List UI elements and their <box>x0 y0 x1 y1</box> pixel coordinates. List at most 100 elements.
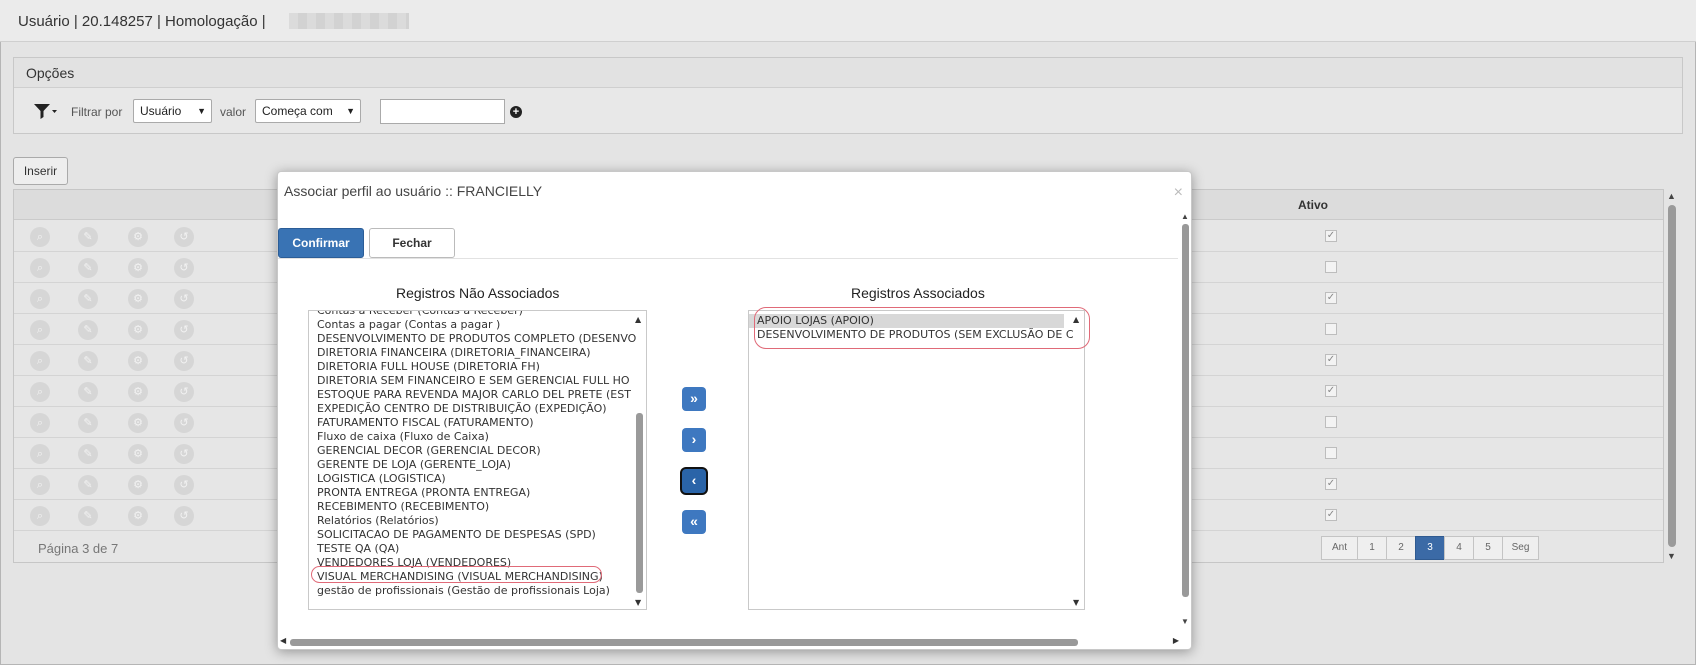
history-icon[interactable]: ↺ <box>174 506 194 526</box>
list-scrollbar[interactable]: ▲ ▼ <box>635 313 644 607</box>
gear-icon[interactable]: ⚙ <box>128 351 148 371</box>
gear-icon[interactable]: ⚙ <box>128 258 148 278</box>
page-button-1[interactable]: 1 <box>1357 536 1387 560</box>
search-icon[interactable]: ⌕ <box>30 289 50 309</box>
scroll-left-icon[interactable]: ◀ <box>280 636 286 645</box>
scroll-down-icon[interactable]: ▼ <box>1181 617 1189 626</box>
list-item[interactable]: RECEBIMENTO (RECEBIMENTO) <box>309 500 629 514</box>
move-right-button[interactable]: › <box>682 428 706 452</box>
confirm-button[interactable]: Confirmar <box>278 228 364 258</box>
list-item[interactable]: LOGISTICA (LOGISTICA) <box>309 472 629 486</box>
gear-icon[interactable]: ⚙ <box>128 475 148 495</box>
scroll-right-icon[interactable]: ▶ <box>1173 636 1179 645</box>
pagination-label: Página 3 de 7 <box>38 541 119 556</box>
history-icon[interactable]: ↺ <box>174 413 194 433</box>
list-item[interactable]: FATURAMENTO FISCAL (FATURAMENTO) <box>309 416 629 430</box>
search-icon[interactable]: ⌕ <box>30 506 50 526</box>
modal-scrollbar[interactable]: ▲ ▼ <box>1179 212 1191 626</box>
page-button-5[interactable]: 5 <box>1473 536 1503 560</box>
close-button[interactable]: Fechar <box>369 228 455 258</box>
gear-icon[interactable]: ⚙ <box>128 413 148 433</box>
filter-value-input[interactable] <box>380 99 505 124</box>
edit-icon[interactable]: ✎ <box>78 413 98 433</box>
list-item[interactable]: Contas a Receber (Contas a Receber) <box>309 311 629 318</box>
scroll-down-icon[interactable]: ▼ <box>1073 598 1079 607</box>
unassociated-list[interactable]: Contas a Receber (Contas a Receber) Conta… <box>308 310 647 610</box>
search-icon[interactable]: ⌕ <box>30 351 50 371</box>
move-left-button[interactable]: ‹ <box>682 469 706 493</box>
list-item[interactable]: DIRETORIA FULL HOUSE (DIRETORIA FH) <box>309 360 629 374</box>
scroll-down-icon[interactable]: ▼ <box>1667 551 1676 561</box>
edit-icon[interactable]: ✎ <box>78 475 98 495</box>
edit-icon[interactable]: ✎ <box>78 258 98 278</box>
search-icon[interactable]: ⌕ <box>30 413 50 433</box>
list-item[interactable]: gestão de profissionais (Gestão de profi… <box>309 584 629 598</box>
move-right-icon: › <box>691 431 697 447</box>
move-all-left-button[interactable]: « <box>682 510 706 534</box>
operator-value: Começa com <box>262 104 333 118</box>
list-item[interactable]: EXPEDIÇÃO CENTRO DE DISTRIBUIÇÃO (EXPEDI… <box>309 402 629 416</box>
page-button-seg[interactable]: Seg <box>1502 536 1539 560</box>
associated-list[interactable]: APOIO LOJAS (APOIO) DESENVOLVIMENTO DE PR… <box>748 310 1085 610</box>
history-icon[interactable]: ↺ <box>174 227 194 247</box>
page-scrollbar[interactable]: ▲ ▼ <box>1666 189 1678 563</box>
scroll-up-icon[interactable]: ▲ <box>1667 191 1676 201</box>
gear-icon[interactable]: ⚙ <box>128 289 148 309</box>
redacted-text <box>289 13 409 29</box>
list-scrollbar[interactable]: ▲ ▼ <box>1073 313 1082 607</box>
highlight-ring <box>754 307 1090 349</box>
edit-icon[interactable]: ✎ <box>78 506 98 526</box>
page-button-4[interactable]: 4 <box>1444 536 1474 560</box>
close-icon[interactable]: × <box>1174 184 1183 202</box>
list-item[interactable]: ESTOQUE PARA REVENDA MAJOR CARLO DEL PRE… <box>309 388 631 402</box>
list-item[interactable]: DIRETORIA SEM FINANCEIRO E SEM GERENCIAL… <box>309 374 630 388</box>
list-item[interactable]: DESENVOLVIMENTO DE PRODUTOS COMPLETO (DE… <box>309 332 636 346</box>
move-all-right-button[interactable]: » <box>682 387 706 411</box>
history-icon[interactable]: ↺ <box>174 258 194 278</box>
search-icon[interactable]: ⌕ <box>30 475 50 495</box>
edit-icon[interactable]: ✎ <box>78 444 98 464</box>
search-icon[interactable]: ⌕ <box>30 258 50 278</box>
page-button-ant[interactable]: Ant <box>1321 536 1358 560</box>
list-item[interactable]: Relatórios (Relatórios) <box>309 514 629 528</box>
scroll-up-icon[interactable]: ▲ <box>635 315 641 324</box>
edit-icon[interactable]: ✎ <box>78 351 98 371</box>
scroll-down-icon[interactable]: ▼ <box>635 598 641 607</box>
edit-icon[interactable]: ✎ <box>78 382 98 402</box>
gear-icon[interactable]: ⚙ <box>128 320 148 340</box>
filter-by-select[interactable]: Usuário ▼ <box>133 99 212 123</box>
history-icon[interactable]: ↺ <box>174 382 194 402</box>
gear-icon[interactable]: ⚙ <box>128 382 148 402</box>
page-button-3[interactable]: 3 <box>1415 536 1445 560</box>
list-item[interactable]: DIRETORIA FINANCEIRA (DIRETORIA_FINANCEI… <box>309 346 629 360</box>
list-item[interactable]: PRONTA ENTREGA (PRONTA ENTREGA) <box>309 486 629 500</box>
search-icon[interactable]: ⌕ <box>30 444 50 464</box>
add-filter-icon[interactable]: + <box>510 106 522 118</box>
insert-button[interactable]: Inserir <box>13 157 68 185</box>
list-item[interactable]: TESTE QA (QA) <box>309 542 629 556</box>
edit-icon[interactable]: ✎ <box>78 320 98 340</box>
search-icon[interactable]: ⌕ <box>30 320 50 340</box>
history-icon[interactable]: ↺ <box>174 320 194 340</box>
search-icon[interactable]: ⌕ <box>30 382 50 402</box>
edit-icon[interactable]: ✎ <box>78 227 98 247</box>
search-icon[interactable]: ⌕ <box>30 227 50 247</box>
list-item[interactable]: GERENCIAL DECOR (GERENCIAL DECOR) <box>309 444 629 458</box>
filter-funnel-icon[interactable] <box>32 101 58 121</box>
list-item[interactable]: GERENTE DE LOJA (GERENTE_LOJA) <box>309 458 629 472</box>
history-icon[interactable]: ↺ <box>174 444 194 464</box>
operator-select[interactable]: Começa com ▼ <box>255 99 361 123</box>
list-item[interactable]: Contas a pagar (Contas a pagar ) <box>309 318 629 332</box>
list-item[interactable]: Fluxo de caixa (Fluxo de Caixa) <box>309 430 629 444</box>
scroll-up-icon[interactable]: ▲ <box>1181 212 1189 221</box>
gear-icon[interactable]: ⚙ <box>128 227 148 247</box>
history-icon[interactable]: ↺ <box>174 475 194 495</box>
gear-icon[interactable]: ⚙ <box>128 506 148 526</box>
gear-icon[interactable]: ⚙ <box>128 444 148 464</box>
history-icon[interactable]: ↺ <box>174 351 194 371</box>
modal-horizontal-scrollbar[interactable]: ◀ ▶ <box>278 635 1181 649</box>
list-item[interactable]: SOLICITACAO DE PAGAMENTO DE DESPESAS (SP… <box>309 528 629 542</box>
page-button-2[interactable]: 2 <box>1386 536 1416 560</box>
edit-icon[interactable]: ✎ <box>78 289 98 309</box>
history-icon[interactable]: ↺ <box>174 289 194 309</box>
